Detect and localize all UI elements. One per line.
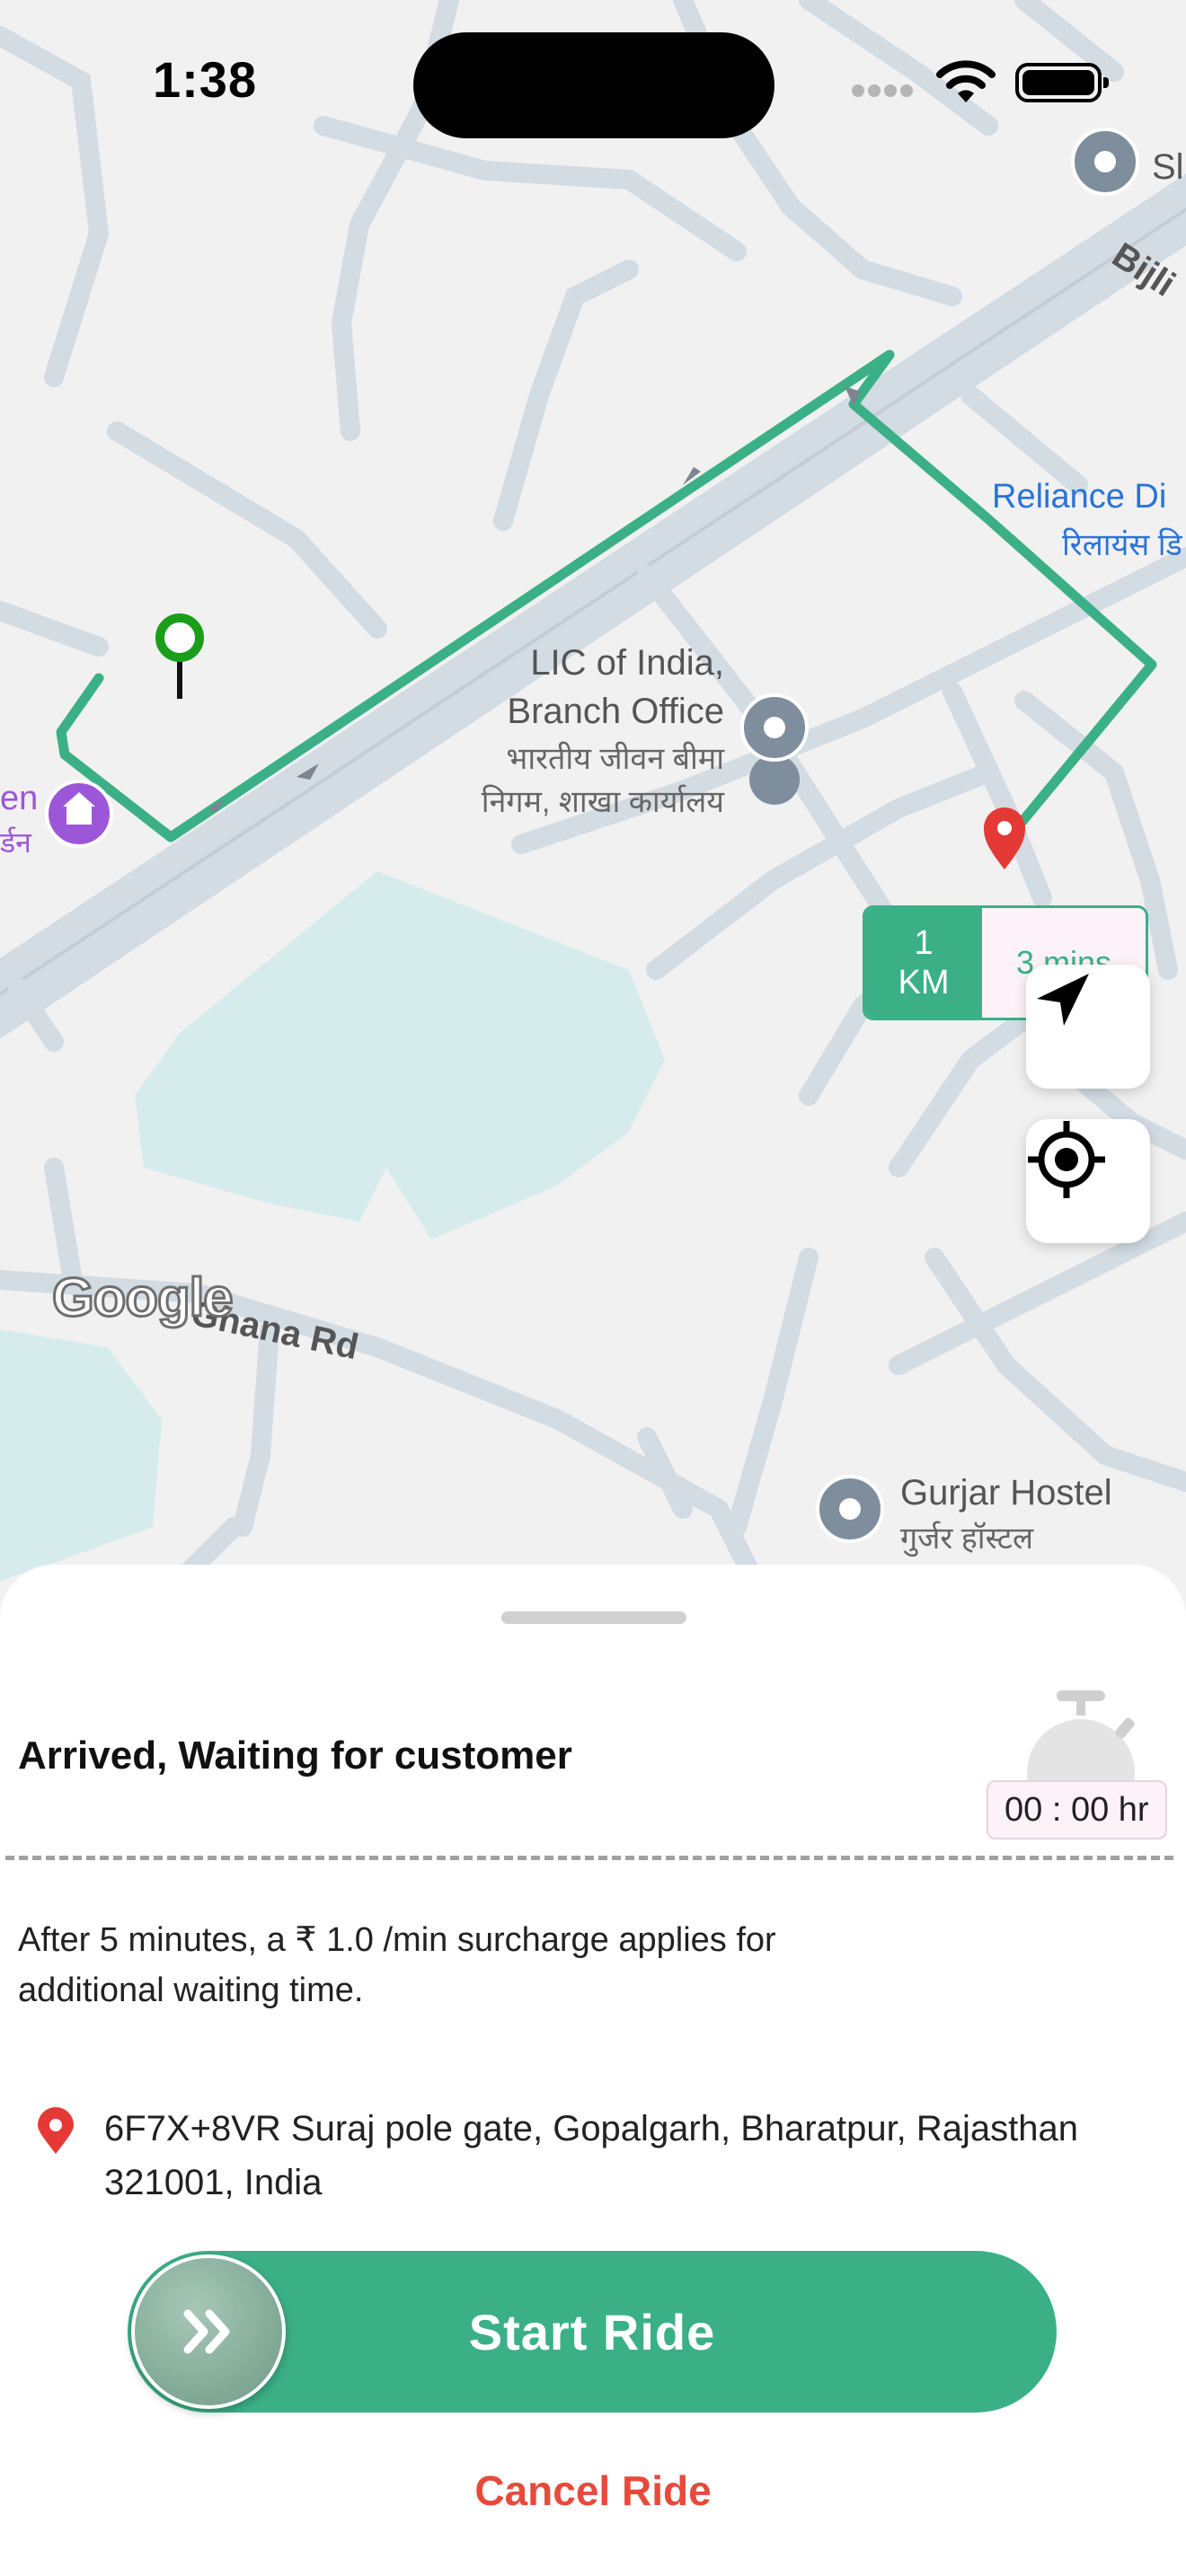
poi-label-gurjar: Gurjar Hostel <box>900 1473 1112 1513</box>
wait-timer: 00 : 00 hr <box>979 1690 1177 1843</box>
status-time: 1:38 <box>153 51 258 108</box>
eta-distance-value: 1 <box>914 924 934 962</box>
poi-label-lic-2: Branch Office <box>507 692 724 731</box>
navigation-arrow-icon <box>1037 974 1089 1026</box>
dashed-divider <box>5 1856 1173 1860</box>
navigate-button[interactable] <box>1026 965 1150 1089</box>
wait-timer-value: 00 : 00 hr <box>987 1780 1167 1839</box>
google-logo: Google <box>51 1266 235 1329</box>
wifi-icon <box>936 60 996 102</box>
ride-bottom-sheet: Arrived, Waiting for customer 00 : 00 hr… <box>0 1565 1186 2576</box>
cellular-signal-icon <box>852 84 916 101</box>
map-view[interactable]: Reliance Di रिलायंस डि LIC of India, Bra… <box>0 0 1186 1581</box>
status-bar: 1:38 <box>0 0 1186 162</box>
ride-status-title: Arrived, Waiting for customer <box>18 1734 572 1778</box>
poi-label-lic-hi-1: भारतीय जीवन बीमा <box>506 742 724 776</box>
poi-marker-gurjar <box>816 1475 884 1543</box>
poi-label-lic-1: LIC of India, <box>530 643 724 683</box>
surcharge-notice: After 5 minutes, a ₹ 1.0 /min surcharge … <box>18 1921 776 2009</box>
poi-label-gurjar-hi: गुर्जर हॉस्टल <box>900 1522 1033 1556</box>
poi-label-lic-hi-2: निगम, शाखा कार्यालय <box>481 785 724 819</box>
eta-distance: 1 KM <box>865 908 982 1018</box>
my-location-icon <box>1028 1121 1105 1198</box>
start-ride-slider[interactable]: Start Ride <box>128 2251 1057 2413</box>
recenter-button[interactable] <box>1026 1119 1150 1243</box>
dynamic-island <box>413 32 774 138</box>
sheet-grabber[interactable] <box>501 1611 686 1624</box>
poi-marker-lic <box>740 693 809 805</box>
slider-knob[interactable] <box>131 2254 286 2409</box>
location-pin-icon <box>38 2107 74 2154</box>
poi-label-left-edge-hi: र्डन <box>0 826 31 859</box>
pickup-address: 6F7X+8VR Suraj pole gate, Gopalgarh, Bha… <box>104 2109 1079 2202</box>
poi-label-left-edge: en <box>0 780 39 817</box>
poi-label-reliance: Reliance Di <box>992 478 1167 516</box>
double-chevron-right-icon <box>183 2309 230 2354</box>
eta-distance-unit: KM <box>898 964 950 1001</box>
cancel-ride-button[interactable]: Cancel Ride <box>0 2466 1186 2515</box>
pickup-pin-icon <box>155 613 204 699</box>
poi-marker-temple <box>45 780 113 848</box>
battery-icon <box>1015 63 1109 102</box>
poi-label-reliance-hi: रिलायंस डि <box>1062 528 1182 562</box>
